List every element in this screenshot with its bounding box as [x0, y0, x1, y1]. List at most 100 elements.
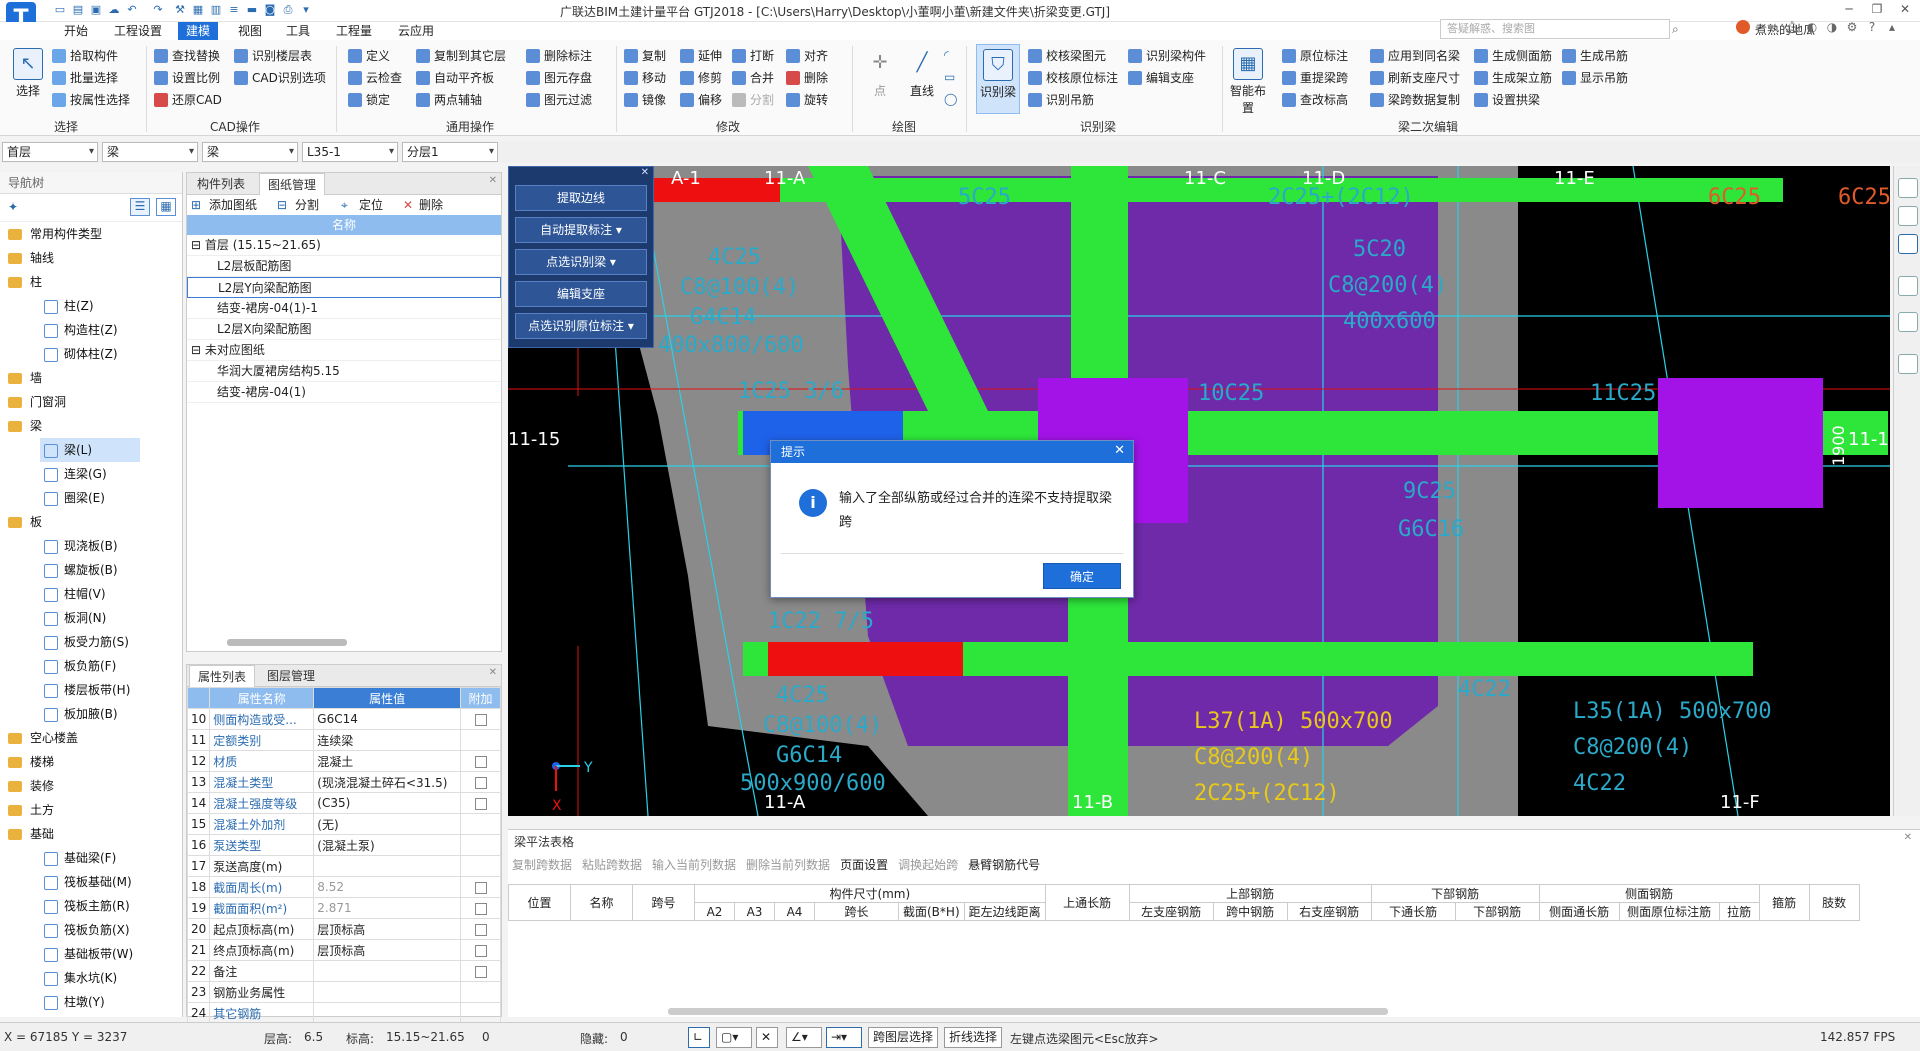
circle-icon[interactable]: ◯	[944, 92, 957, 106]
horizontal-scrollbar[interactable]	[227, 639, 347, 646]
nav-category[interactable]: 梁	[0, 414, 182, 438]
property-row[interactable]: 10 侧面构造或受... G6C14	[186, 708, 501, 730]
arc-icon[interactable]: ◜	[944, 48, 949, 62]
property-row[interactable]: 24 其它钢筋	[186, 1002, 501, 1024]
extra-checkbox[interactable]	[474, 923, 487, 936]
property-value[interactable]: (混凝土泵)	[313, 834, 461, 856]
drawing-item[interactable]: 华润大厦裙房结构5.15	[187, 361, 501, 382]
trim-button[interactable]: 修剪	[680, 68, 722, 88]
gen-side-rebar-button[interactable]: 生成侧面筋	[1474, 46, 1552, 66]
pin-icon[interactable]: ✦	[8, 200, 18, 214]
property-row[interactable]: 11 定额类别 连续梁	[186, 729, 501, 751]
snap-dropdown-icon[interactable]: ▢▾	[716, 1027, 752, 1048]
property-value[interactable]: (C35)	[313, 792, 461, 814]
type-select[interactable]: 梁 ▾	[202, 142, 298, 162]
drawing-canvas[interactable]: A-1 11-A 11-C 11-D 11-E 11-15 11-15 11-A…	[508, 166, 1890, 816]
tab-drawing-management[interactable]: 图纸管理	[259, 173, 326, 195]
beam-tool-button[interactable]: 输入当前列数据	[652, 856, 736, 873]
horizontal-scrollbar[interactable]	[668, 1008, 1388, 1015]
layer-select[interactable]: 分层1 ▾	[402, 142, 498, 162]
list-view-icon[interactable]: ☰	[130, 198, 150, 216]
property-value[interactable]: 混凝土	[313, 750, 461, 772]
delete-drawing-button[interactable]: 删除	[419, 195, 443, 215]
property-row[interactable]: 17 泵送高度(m)	[186, 855, 501, 877]
extra-checkbox[interactable]	[474, 713, 487, 726]
draw-point-button[interactable]: ✛ 点	[858, 44, 902, 114]
clear-icon[interactable]: ✕	[756, 1027, 778, 1048]
merge-button[interactable]: 合并	[732, 68, 774, 88]
beam-tool-button[interactable]: 复制跨数据	[512, 856, 572, 873]
group-recognize-label[interactable]: 识别梁	[1080, 118, 1116, 135]
nav-item[interactable]: 连梁(G)	[0, 462, 182, 486]
re-extract-span-button[interactable]: 重提梁跨	[1282, 68, 1348, 88]
beam-tool-button[interactable]: 悬臂钢筋代号	[968, 856, 1040, 873]
show-hanger-button[interactable]: 显示吊筋	[1562, 68, 1628, 88]
in-situ-mark-button[interactable]: 原位标注	[1282, 46, 1348, 66]
ok-button[interactable]: 确定	[1043, 563, 1121, 589]
property-row[interactable]: 13 混凝土类型 (现浇混凝土碎石<31.5)	[186, 771, 501, 793]
print-icon[interactable]: ⎙	[280, 3, 296, 17]
nav-item[interactable]: 圈梁(E)	[0, 486, 182, 510]
align-icon[interactable]: ≡	[226, 3, 242, 17]
dimension-dropdown-icon[interactable]: ⇥▾	[826, 1027, 862, 1048]
open-file-icon[interactable]: ▤	[70, 3, 86, 17]
cloud-save-icon[interactable]: ☁	[106, 3, 122, 17]
extra-checkbox[interactable]	[474, 881, 487, 894]
property-row[interactable]: 18 截面周长(m) 8.52	[186, 876, 501, 898]
customize-dropdown-icon[interactable]: ▾	[298, 3, 314, 17]
recognize-beam-comp-button[interactable]: 识别梁构件	[1128, 46, 1206, 66]
cloud-check-button[interactable]: 云检查	[348, 68, 402, 88]
collapse-icon[interactable]: ⊟	[191, 343, 205, 357]
property-value[interactable]	[313, 855, 461, 877]
two-point-axis-button[interactable]: 两点辅轴	[416, 90, 482, 110]
collapse-ribbon-icon[interactable]: ▴	[1884, 20, 1900, 36]
property-value[interactable]: 2.871	[313, 897, 461, 919]
view-cube-icon[interactable]	[1898, 276, 1918, 296]
help-icon[interactable]: ?	[1864, 20, 1880, 36]
property-row[interactable]: 21 终点顶标高(m) 层顶标高	[186, 939, 501, 961]
nav-item[interactable]: 梁(L)	[40, 438, 140, 462]
tab-view[interactable]: 视图	[230, 22, 270, 40]
tab-quantity[interactable]: 工程量	[328, 22, 380, 40]
drawing-item[interactable]: 结变-裙房-04(1)-1	[187, 298, 501, 319]
avatar[interactable]	[1736, 20, 1750, 34]
check-beam-element-button[interactable]: 校核梁图元	[1028, 46, 1106, 66]
beam-tool-button[interactable]: 粘贴跨数据	[582, 856, 642, 873]
check-elevation-button[interactable]: 查改标高	[1282, 90, 1348, 110]
edit-support-button[interactable]: 编辑支座	[1128, 68, 1194, 88]
drawing-item[interactable]: L2层X向梁配筋图	[187, 319, 501, 340]
search-input[interactable]: 答疑解惑、搜索图	[1440, 19, 1670, 39]
nav-category[interactable]: 柱	[0, 270, 182, 294]
restore-icon[interactable]: ❐	[1864, 2, 1890, 20]
point-recognize-mark-button[interactable]: 点选识别原位标注 ▾	[515, 313, 647, 339]
point-recognize-beam-button[interactable]: 点选识别梁 ▾	[515, 249, 647, 275]
check-in-situ-mark-button[interactable]: 校核原位标注	[1028, 68, 1118, 88]
nav-item[interactable]: 筏板主筋(R)	[0, 894, 182, 918]
group-cad-label[interactable]: CAD操作	[210, 118, 260, 135]
ruler-icon[interactable]: ▬	[244, 3, 260, 17]
property-row[interactable]: 22 备注	[186, 960, 501, 982]
drawing-item[interactable]: 结变-裙房-04(1)	[187, 382, 501, 403]
chat-icon[interactable]: ◐	[1804, 20, 1820, 36]
grid-view-icon[interactable]: ▦	[156, 198, 176, 216]
nav-category[interactable]: 楼梯	[0, 750, 182, 774]
group-beam2-label[interactable]: 梁二次编辑	[1398, 118, 1458, 135]
extract-edge-button[interactable]: 提取边线	[515, 185, 647, 211]
recognize-floor-table-button[interactable]: 识别楼层表	[234, 46, 312, 66]
property-value[interactable]	[313, 981, 461, 1003]
drawing-item[interactable]: L2层Y向梁配筋图	[187, 277, 501, 298]
recognize-beam-button[interactable]: ⛉ 识别梁	[976, 44, 1020, 114]
beam-tool-button[interactable]: 调换起始跨	[898, 856, 958, 873]
tab-component-list[interactable]: 构件列表	[189, 173, 253, 195]
locate-button[interactable]: 定位	[359, 195, 383, 215]
define-button[interactable]: 定义	[348, 46, 390, 66]
tab-cloud[interactable]: 云应用	[390, 22, 442, 40]
close-panel-icon[interactable]: ✕	[641, 167, 649, 178]
tab-project-settings[interactable]: 工程设置	[106, 22, 170, 40]
gen-hanger-button[interactable]: 生成吊筋	[1562, 46, 1628, 66]
delete-mark-button[interactable]: 删除标注	[526, 46, 592, 66]
property-value[interactable]: 连续梁	[313, 729, 461, 751]
tab-tools[interactable]: 工具	[278, 22, 318, 40]
cad-options-button[interactable]: CAD识别选项	[234, 68, 326, 88]
smart-layout-button[interactable]: ▦ 智能布置	[1226, 44, 1270, 115]
